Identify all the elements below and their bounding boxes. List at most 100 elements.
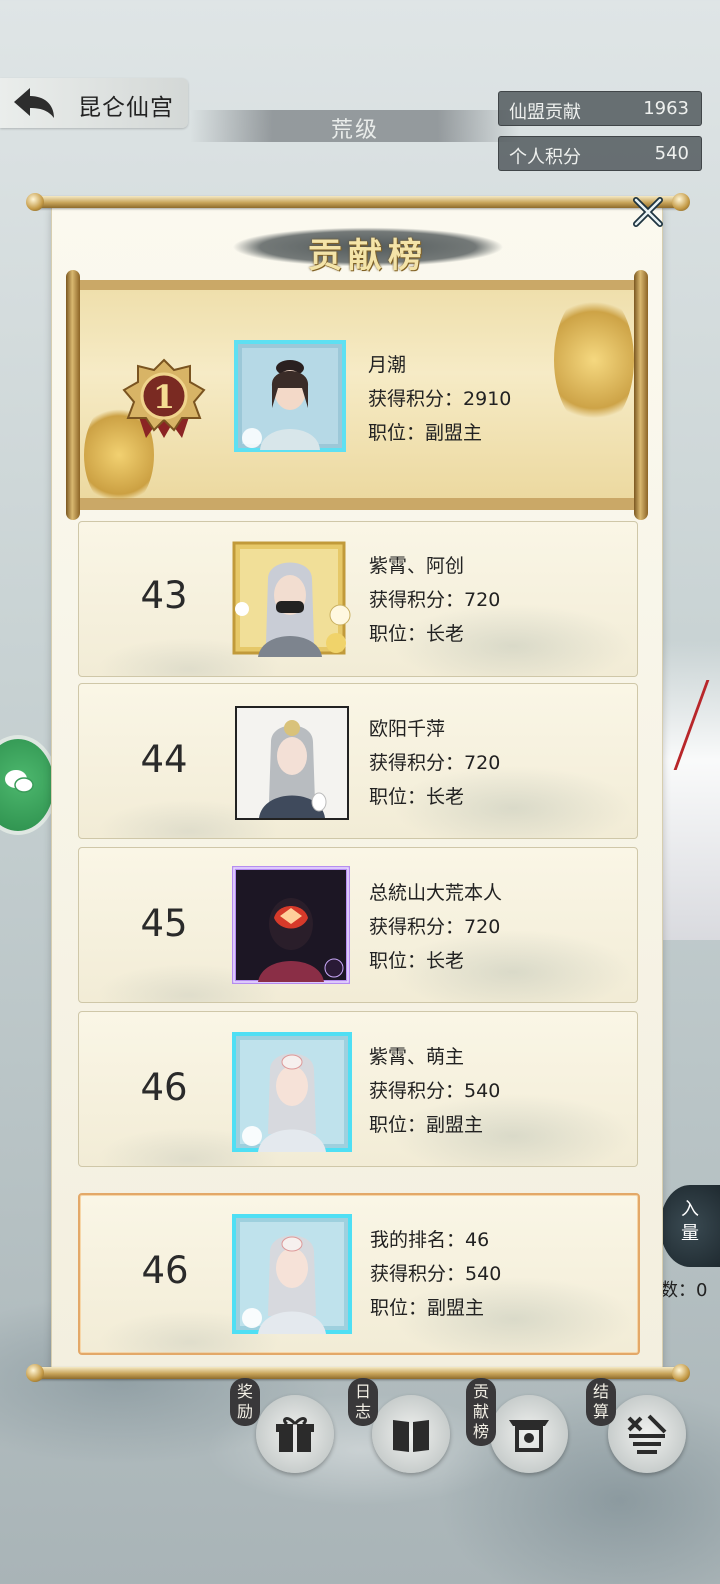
chat-button[interactable] [0, 735, 58, 835]
ranking-tag: 贡献榜 [466, 1378, 496, 1446]
player-info: 欧阳千萍 获得积分：720 职位：长老 [369, 712, 500, 814]
scroll-rod-bottom [26, 1364, 690, 1382]
ranking-row[interactable]: 46 紫霄、萌主 获得积分：540 职位：副盟主 [78, 1011, 638, 1167]
my-info: 我的排名：46 获得积分：540 职位：副盟主 [370, 1223, 501, 1325]
player-info: 总統山大荒本人 获得积分：720 职位：长老 [369, 876, 502, 978]
rank-medal-icon: 1 [122, 358, 206, 438]
player-name: 总統山大荒本人 [369, 882, 503, 904]
avatar-top-player [234, 340, 346, 452]
my-rank-line: 我的排名：46 [370, 1223, 501, 1257]
top-rank-number: 1 [153, 378, 175, 416]
position-label: 职位： [369, 1114, 427, 1136]
log-tag: 日志 [348, 1378, 378, 1426]
chat-icon [5, 770, 34, 793]
alliance-contribution-box: 仙盟贡献 1963 [498, 91, 702, 126]
rewards-tag: 奖励 [230, 1378, 260, 1426]
score-value: 720 [464, 752, 501, 774]
position-label: 职位： [369, 950, 427, 972]
player-name: 紫霄、萌主 [369, 1046, 465, 1068]
position-label: 职位： [368, 422, 426, 444]
position-value: 长老 [426, 623, 465, 645]
player-name: 紫霄、阿创 [369, 555, 465, 577]
gift-icon [276, 1417, 314, 1452]
player-score-line: 获得积分：720 [369, 910, 502, 944]
sect-name: 昆仑仙宫 [78, 95, 174, 121]
header-bar: 昆仑仙宫 [0, 78, 188, 128]
player-position-line: 职位：长老 [369, 617, 500, 651]
player-info: 紫霄、萌主 获得积分：540 职位：副盟主 [369, 1040, 500, 1142]
position-label: 职位： [369, 786, 427, 808]
level-banner: 荒级 [190, 110, 520, 143]
join-label-1: 入 [681, 1199, 699, 1220]
score-label: 获得积分： [369, 589, 465, 611]
settlement-button[interactable] [608, 1395, 686, 1473]
score-label: 获得积分： [369, 752, 465, 774]
my-rank-number: 46 [141, 1249, 189, 1292]
player-position-line: 职位：长老 [369, 780, 500, 814]
position-value: 副盟主 [426, 1114, 484, 1136]
ranking-row[interactable]: 45 总統山大荒本人 获得积分：720 职位：长老 [78, 847, 638, 1003]
avatar-me [232, 1214, 352, 1334]
ranking-icon [509, 1420, 549, 1452]
stat-label: 个人积分 [509, 147, 581, 168]
back-arrow-icon[interactable] [10, 84, 58, 122]
ranking-row[interactable]: 44 欧阳千萍 获得积分：720 职位：长老 [78, 683, 638, 839]
position-value: 长老 [426, 786, 465, 808]
log-button[interactable] [372, 1395, 450, 1473]
scroll-roller-left [66, 270, 80, 520]
join-button[interactable]: 入 量 [660, 1185, 720, 1267]
player-score-line: 获得积分：540 [369, 1074, 500, 1108]
score-label: 获得积分： [368, 388, 464, 410]
stat-label: 仙盟贡献 [509, 102, 581, 123]
settlement-tag: 结算 [586, 1378, 616, 1426]
player-name: 欧阳千萍 [369, 718, 446, 740]
ranking-button[interactable] [490, 1395, 568, 1473]
count-text: 数：0 [660, 1280, 708, 1301]
player-score-line: 获得积分：720 [369, 746, 500, 780]
rank-number: 44 [140, 738, 188, 781]
my-ranking-row[interactable]: 46 我的排名：46 获得积分：540 职位：副盟主 [78, 1193, 640, 1355]
level-label: 荒级 [330, 118, 379, 143]
player-position-line: 职位：长老 [369, 944, 502, 978]
score-label: 获得积分： [369, 1080, 465, 1102]
score-value: 540 [464, 1080, 501, 1102]
score-value: 540 [465, 1263, 502, 1285]
score-value: 2910 [463, 388, 512, 410]
join-label-2: 量 [681, 1223, 699, 1244]
personal-score-box: 个人积分 540 [498, 136, 702, 171]
scroll-rod-top [26, 193, 690, 211]
player-score-line: 获得积分：720 [369, 583, 500, 617]
position-label: 职位： [370, 1297, 428, 1319]
player-score-line: 获得积分：2910 [368, 382, 511, 416]
score-value: 720 [464, 589, 501, 611]
top-player-info: 月潮 获得积分：2910 职位：副盟主 [368, 348, 511, 450]
avatar-player [232, 866, 350, 984]
score-label: 获得积分： [370, 1263, 466, 1285]
player-position-line: 职位：副盟主 [368, 416, 511, 450]
score-label: 获得积分： [369, 916, 465, 938]
player-position-line: 职位：副盟主 [369, 1108, 500, 1142]
avatar-player [232, 541, 351, 657]
avatar-player [235, 706, 349, 820]
phoenix-ornament-right [554, 290, 634, 430]
stat-value: 540 [654, 143, 689, 164]
rank-number: 46 [140, 1066, 188, 1109]
close-icon[interactable] [628, 192, 668, 232]
avatar-player [232, 1032, 352, 1152]
position-value: 长老 [426, 950, 465, 972]
score-value: 720 [464, 916, 501, 938]
panel-title-banner: 贡献榜 [188, 222, 548, 276]
ranking-row[interactable]: 43 紫霄、阿创 获得积分：720 职位：长老 [78, 521, 638, 677]
player-score-line: 获得积分：540 [370, 1257, 501, 1291]
position-label: 职位： [369, 623, 427, 645]
my-rank-value: 46 [465, 1229, 490, 1251]
settlement-icon [627, 1414, 667, 1454]
scroll-roller-right [634, 270, 648, 520]
rewards-button[interactable] [256, 1395, 334, 1473]
player-position-line: 职位：副盟主 [370, 1291, 501, 1325]
position-value: 副盟主 [425, 422, 483, 444]
position-value: 副盟主 [427, 1297, 485, 1319]
player-name: 月潮 [368, 354, 407, 376]
my-rank-label: 我的排名： [370, 1229, 466, 1251]
player-info: 紫霄、阿创 获得积分：720 职位：长老 [369, 549, 500, 651]
